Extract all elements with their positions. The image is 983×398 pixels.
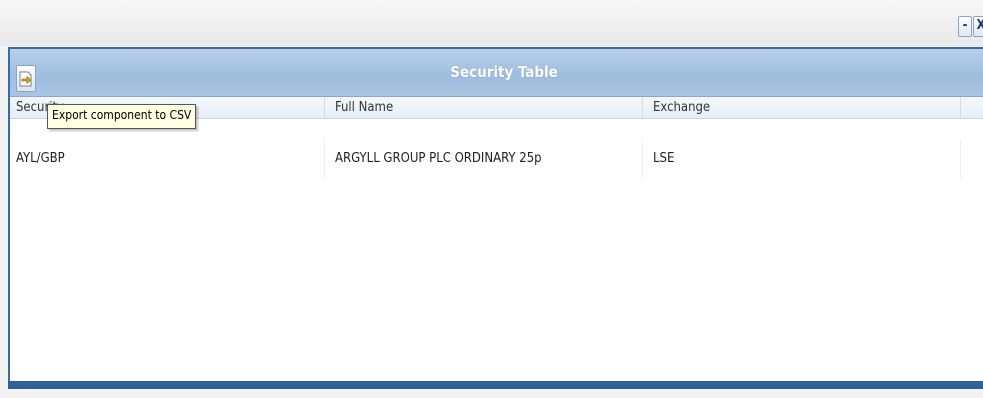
security-table-panel: Security Table Security Full Name Exchan…	[8, 47, 983, 387]
column-header-extra	[961, 97, 983, 118]
panel-title-bar: Security Table	[10, 49, 983, 97]
window-frame: - X Security Table Security Full Name Ex…	[0, 0, 983, 398]
panel-title: Security Table	[450, 63, 558, 81]
minimize-button[interactable]: -	[958, 16, 972, 37]
column-header-full-name[interactable]: Full Name	[325, 97, 643, 118]
window-header: - X	[0, 0, 983, 46]
cell-full-name: ARGYLL GROUP PLC ORDINARY 25p	[325, 139, 643, 179]
panel-bottom-border	[8, 381, 983, 389]
close-button[interactable]: X	[973, 16, 983, 37]
export-tooltip: Export component to CSV	[47, 104, 197, 129]
cell-exchange: LSE	[643, 139, 961, 179]
column-header-exchange[interactable]: Exchange	[643, 97, 961, 118]
table-row[interactable]: AYL/GBP ARGYLL GROUP PLC ORDINARY 25p LS…	[10, 139, 983, 179]
cell-security: AYL/GBP	[10, 139, 325, 179]
